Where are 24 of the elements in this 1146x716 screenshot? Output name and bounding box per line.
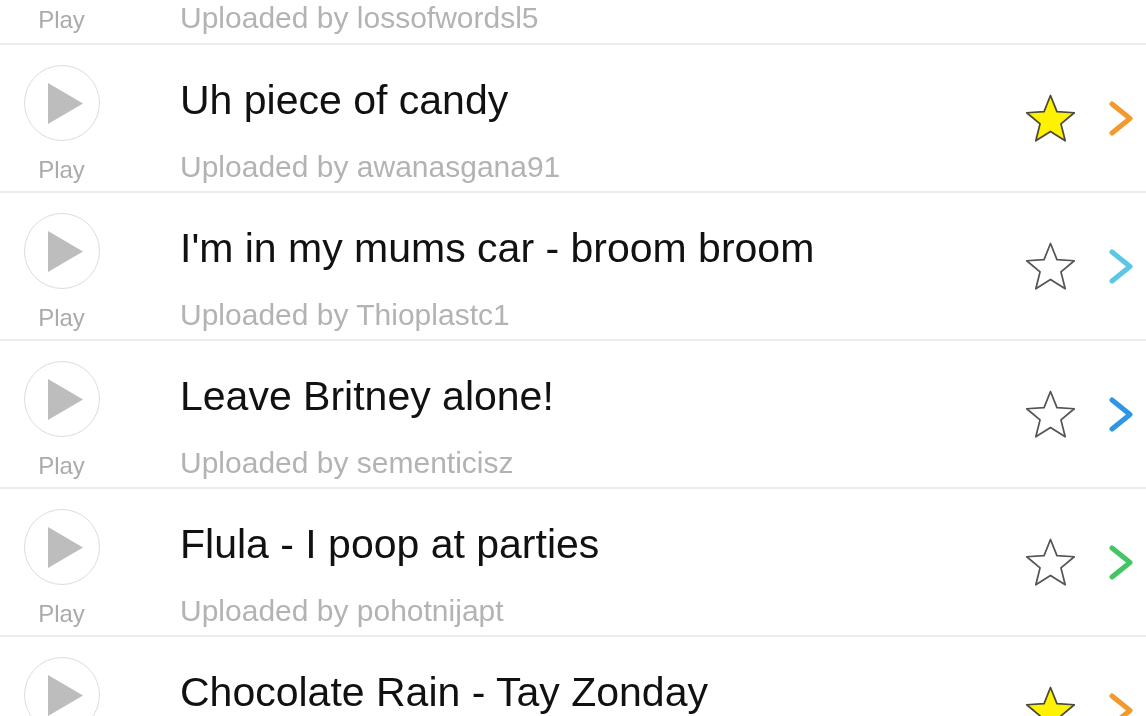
play-icon [48,674,83,716]
play-label: Play [38,304,85,332]
uploader-text: Uploaded by pohotnijapt [180,593,505,629]
play-icon [48,526,83,568]
uploader-text: Uploaded by awanasgana91 [180,149,562,185]
star-icon[interactable] [1024,537,1077,587]
sound-title[interactable]: Flula - I poop at parties [180,521,1024,568]
sound-title[interactable]: I'm in my mums car - broom broom [180,225,1024,272]
uploader-text: Uploaded by Thioplastc1 [180,297,511,333]
play-icon [48,82,83,124]
star-icon[interactable] [1024,389,1077,439]
sound-title[interactable]: Uh piece of candy [180,77,1024,124]
play-label: Play [38,6,85,34]
star-icon[interactable] [1024,241,1077,291]
star-icon[interactable] [1024,93,1077,143]
uploader-text: Uploaded by sementicisz [180,445,515,481]
play-icon [48,230,83,272]
play-icon [48,378,83,420]
play-label: Play [38,452,85,480]
sound-title[interactable]: Leave Britney alone! [180,373,1024,420]
sound-title[interactable]: Chocolate Rain - Tay Zonday [180,669,1024,716]
play-label: Play [38,156,85,184]
play-label: Play [38,600,85,628]
uploader-text: Uploaded by lossofwordsl5 [180,0,540,36]
